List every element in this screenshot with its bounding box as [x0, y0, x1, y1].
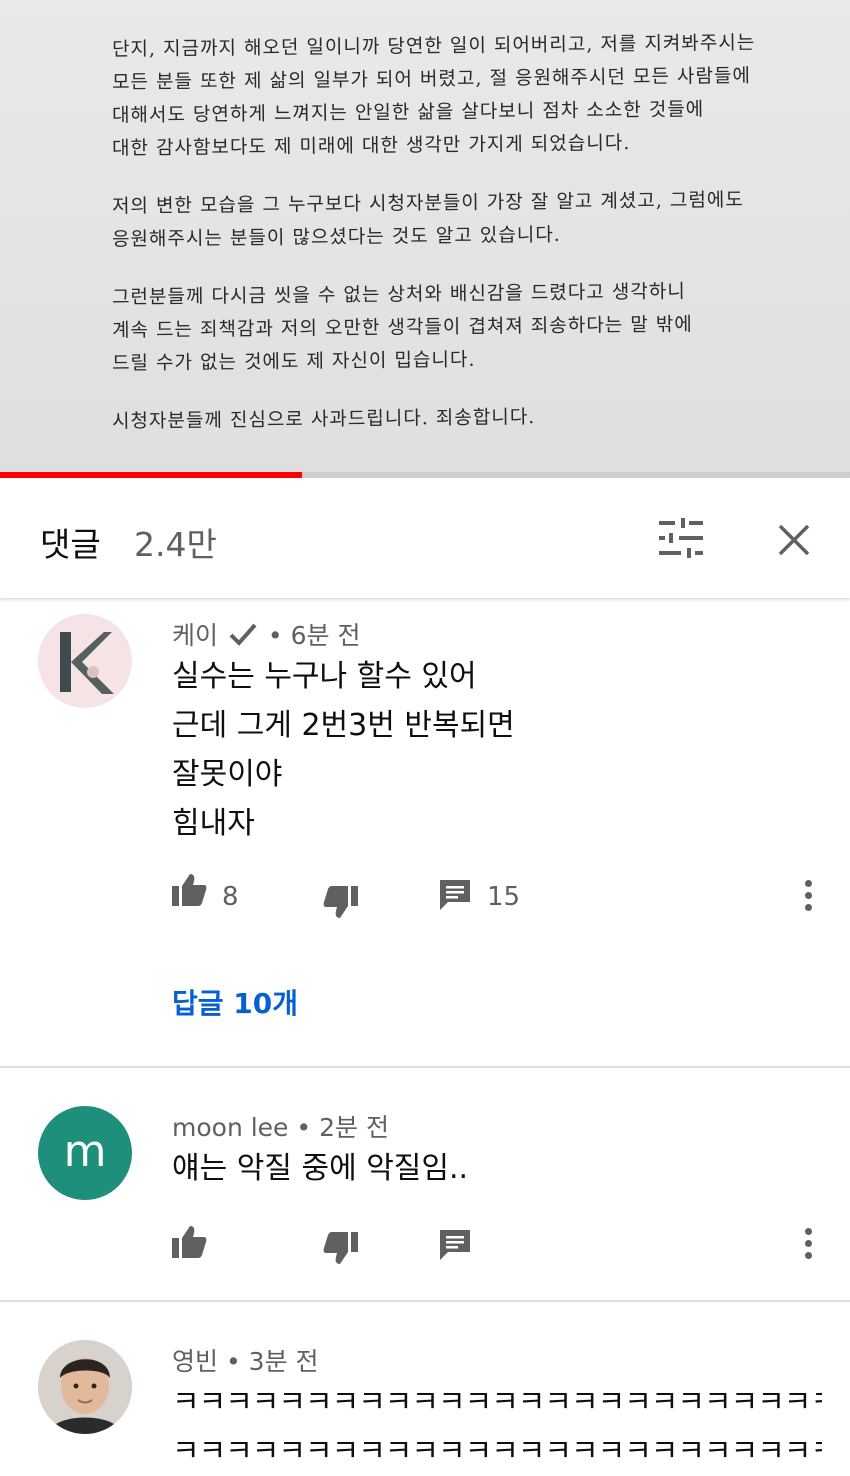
view-replies-link[interactable]: 답글 10개 — [172, 982, 298, 1022]
like-count: 8 — [222, 882, 239, 912]
comment-text: 실수는 누구나 할수 있어 근데 그게 2번3번 반복되면 잘못이야 힘내자 — [172, 652, 515, 848]
sort-icon[interactable] — [657, 518, 705, 558]
more-options-icon[interactable] — [800, 1228, 816, 1268]
letter-paragraph-1: 단지, 지금까지 해오던 일이니까 당연한 일이 되어버리고, 저를 지켜봐주시… — [112, 30, 772, 162]
comment-line: 실수는 누구나 할수 있어 — [172, 659, 477, 694]
dislike-icon[interactable] — [322, 884, 360, 924]
comment-line: 얘는 악질 중에 악질임.. — [172, 1151, 469, 1186]
separator-dot: • — [225, 1347, 241, 1376]
verified-check-icon — [228, 621, 258, 653]
comment-time: 3분 전 — [248, 1347, 319, 1376]
letter-line: 대한 감사함보다도 제 미래에 대한 생각만 가지게 되었습니다. — [111, 132, 631, 160]
comment-time: 2분 전 — [319, 1113, 389, 1142]
reply-icon[interactable] — [438, 878, 472, 916]
comments-count: 2.4만 — [134, 525, 217, 564]
comment-line: 근데 그게 2번3번 반복되면 — [172, 708, 515, 743]
separator-dot: • — [296, 1113, 312, 1142]
comment-meta: 케이 • 6분 전 — [172, 616, 360, 653]
comments-title: 댓글 — [40, 525, 101, 564]
comment-meta: 영빈 • 3분 전 — [172, 1342, 319, 1378]
close-icon[interactable] — [772, 518, 816, 562]
comment-meta: moon lee • 2분 전 — [172, 1108, 389, 1144]
separator-dot: • — [267, 621, 283, 650]
comment-time: 6분 전 — [290, 621, 361, 650]
letter-paragraph-4: 시청자분들께 진심으로 사과드립니다. 죄송합니다. — [112, 402, 772, 435]
letter-paragraph-3: 그런분들께 다시금 씻을 수 없는 상처와 배신감을 드렸다고 생각하니 계속 … — [112, 278, 772, 377]
dislike-icon[interactable] — [322, 1230, 360, 1270]
comment-author[interactable]: 케이 — [172, 621, 218, 650]
comment-actions — [0, 1224, 850, 1274]
reply-count: 15 — [487, 882, 521, 912]
comment-item: 영빈 • 3분 전 ㅋㅋㅋㅋㅋㅋㅋㅋㅋㅋㅋㅋㅋㅋㅋㅋㅋㅋㅋㅋㅋㅋㅋㅋㅋ ㅋㅋㅋㅋ… — [0, 1302, 850, 1469]
like-icon[interactable] — [170, 872, 208, 912]
comments-header: 댓글 2.4만 — [0, 478, 850, 598]
avatar[interactable] — [38, 614, 132, 708]
comment-line: ㅋㅋㅋㅋㅋㅋㅋㅋㅋㅋㅋㅋㅋㅋㅋㅋㅋㅋㅋㅋㅋㅋㅋㅋㅋ — [172, 1385, 822, 1420]
comment-author[interactable]: 영빈 — [172, 1347, 218, 1376]
comment-actions: 8 15 — [0, 872, 850, 922]
letter-line: 응원해주시는 분들이 많으셨다는 것도 알고 있습니다. — [111, 223, 561, 251]
letter-line: 드릴 수가 없는 것에도 제 자신이 밉습니다. — [111, 348, 476, 375]
like-icon[interactable] — [170, 1224, 208, 1264]
video-player[interactable]: 단지, 지금까지 해오던 일이니까 당연한 일이 되어버리고, 저를 지켜봐주시… — [0, 0, 850, 478]
handwritten-letter: 단지, 지금까지 해오던 일이니까 당연한 일이 되어버리고, 저를 지켜봐주시… — [112, 30, 772, 460]
avatar-letter: m — [64, 1126, 107, 1177]
more-options-icon[interactable] — [800, 880, 816, 920]
comment-line: 잘못이야 — [172, 757, 283, 792]
comment-author[interactable]: moon lee — [172, 1113, 288, 1142]
comment-item: 케이 • 6분 전 실수는 누구나 할수 있어 근데 그게 2번3번 반복되면 … — [0, 600, 850, 1066]
comment-text: ㅋㅋㅋㅋㅋㅋㅋㅋㅋㅋㅋㅋㅋㅋㅋㅋㅋㅋㅋㅋㅋㅋㅋㅋㅋ ㅋㅋㅋㅋㅋㅋㅋㅋㅋㅋㅋㅋㅋㅋ… — [172, 1378, 822, 1476]
comment-line: ㅋㅋㅋㅋㅋㅋㅋㅋㅋㅋㅋㅋㅋㅋㅋㅋㅋㅋㅋㅋㅋㅋㅋㅋㅋ — [172, 1434, 822, 1469]
avatar[interactable]: m — [38, 1106, 132, 1200]
letter-line: 시청자분들께 진심으로 사과드립니다. 죄송합니다. — [111, 406, 536, 433]
letter-paragraph-2: 저의 변한 모습을 그 누구보다 시청자분들이 가장 잘 알고 계셨고, 그럼에… — [112, 187, 772, 253]
comment-text: 얘는 악질 중에 악질임.. — [172, 1144, 468, 1193]
reply-icon[interactable] — [438, 1228, 472, 1266]
avatar[interactable] — [38, 1340, 132, 1434]
comment-line: 힘내자 — [172, 806, 255, 841]
comment-item: m moon lee • 2분 전 얘는 악질 중에 악질임.. — [0, 1068, 850, 1300]
